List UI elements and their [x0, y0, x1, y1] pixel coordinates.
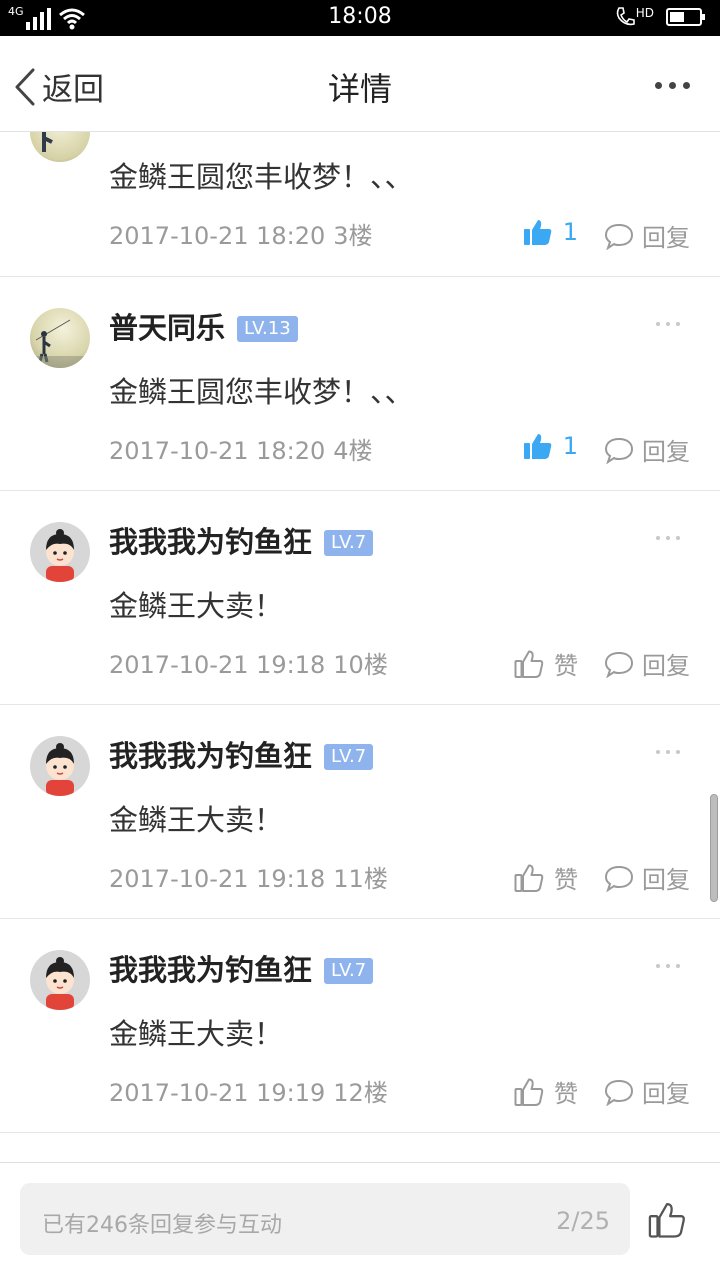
username-text: 普天同乐 [109, 311, 226, 345]
comment-text: 金鳞王大卖！ [109, 1017, 284, 1051]
comment-item: 我我我为钓鱼狂 LV.7 金鳞王大卖！ 2017-10-21 19:18 10楼 赞… [0, 491, 720, 705]
thumbs-up-icon [514, 1078, 544, 1106]
page-title: 详情 [327, 70, 392, 108]
thumbs-up-icon [523, 434, 551, 459]
more-icon[interactable] [655, 82, 690, 89]
level-badge: LV.7 [324, 530, 374, 556]
item-more-icon[interactable] [656, 322, 680, 326]
like-button[interactable]: 赞 [514, 646, 578, 681]
reply-button[interactable]: 回复 [604, 860, 690, 895]
username-text: 我我我为钓鱼狂 [109, 953, 313, 987]
avatar[interactable] [30, 736, 90, 796]
reply-button[interactable]: 回复 [604, 1074, 690, 1109]
comment-item: 金鳞王圆您丰收梦！、、 2017-10-21 18:20 3楼 1 回复 [0, 132, 720, 277]
comment-item: 我我我为钓鱼狂 LV.7 金鳞王大卖！ 2017-10-21 19:19 12楼 赞… [0, 919, 720, 1133]
level-badge: LV.7 [324, 958, 374, 984]
status-right: HD [615, 6, 706, 28]
phone-hd-icon: HD [615, 6, 654, 28]
hd-label: HD [635, 6, 654, 20]
status-time: 18:08 [328, 4, 392, 29]
comment-meta: 2017-10-21 18:20 4楼 [109, 431, 373, 466]
comment-item: 我我我为钓鱼狂 LV.7 金鳞王大卖！ 2017-10-21 19:18 11楼 赞… [0, 705, 720, 919]
username: 我我我为钓鱼狂 LV.7 [109, 519, 374, 561]
reply-button[interactable]: 回复 [604, 646, 690, 681]
comment-text: 金鳞王圆您丰收梦！、、 [109, 160, 414, 194]
avatar[interactable] [30, 950, 90, 1010]
reply-input[interactable]: 已有246条回复参与互动 2/25 [20, 1183, 630, 1255]
comment-meta: 2017-10-21 18:20 3楼 [109, 216, 373, 251]
like-button[interactable]: 赞 [514, 860, 578, 895]
avatar[interactable] [30, 132, 90, 162]
item-more-icon[interactable] [656, 750, 680, 754]
comment-text: 金鳞王大卖！ [109, 803, 284, 837]
like-button[interactable]: 1 [523, 218, 578, 246]
reply-button[interactable]: 回复 [604, 432, 690, 467]
comment-date: 2017-10-21 19:19 [109, 1079, 326, 1107]
reply-input-placeholder: 已有246条回复参与互动 [42, 1213, 282, 1238]
comment-bubble-icon [604, 651, 634, 678]
bottom-bar: 已有246条回复参与互动 2/25 [0, 1162, 720, 1280]
comment-date: 2017-10-21 19:18 [109, 651, 326, 679]
like-button[interactable]: 1 [523, 432, 578, 460]
back-label: 返回 [42, 72, 104, 108]
comment-bubble-icon [604, 1079, 634, 1106]
username: 普天同乐 LV.13 [109, 305, 298, 347]
comment-meta: 2017-10-21 19:19 12楼 [109, 1073, 388, 1108]
comment-meta: 2017-10-21 19:18 10楼 [109, 645, 388, 680]
username-text: 我我我为钓鱼狂 [109, 525, 313, 559]
username: 我我我为钓鱼狂 LV.7 [109, 947, 374, 989]
comment-date: 2017-10-21 18:20 [109, 437, 326, 465]
comment-bubble-icon [604, 437, 634, 464]
thumbs-up-icon [514, 864, 544, 892]
back-chevron-icon [15, 68, 35, 105]
comment-item: 普天同乐 LV.13 金鳞王圆您丰收梦！、、 2017-10-21 18:20 4楼… [0, 277, 720, 491]
reply-label: 回复 [642, 224, 690, 252]
comment-text: 金鳞王圆您丰收梦！、、 [109, 375, 414, 409]
reply-label: 回复 [642, 866, 690, 894]
comment-meta: 2017-10-21 19:18 11楼 [109, 859, 388, 894]
like-button[interactable]: 赞 [514, 1074, 578, 1109]
reply-button[interactable]: 回复 [604, 218, 690, 253]
item-more-icon[interactable] [656, 964, 680, 968]
like-label: 赞 [554, 652, 578, 680]
like-label: 赞 [554, 866, 578, 894]
comment-text: 金鳞王大卖！ [109, 589, 284, 623]
comment-floor: 4楼 [333, 437, 373, 465]
scrollbar[interactable] [710, 794, 718, 902]
like-label: 赞 [554, 1080, 578, 1108]
reply-label: 回复 [642, 652, 690, 680]
like-count: 1 [562, 218, 578, 246]
bottom-like-button[interactable] [648, 1201, 686, 1243]
thumbs-up-icon [648, 1203, 685, 1238]
like-count: 1 [562, 432, 578, 460]
thumbs-up-icon [514, 650, 544, 678]
back-button[interactable]: 返回 [14, 64, 104, 109]
level-badge: LV.13 [237, 316, 298, 342]
battery-icon [666, 8, 705, 26]
comment-bubble-icon [604, 223, 634, 250]
nav-header: 返回 详情 [0, 36, 720, 132]
comment-date: 2017-10-21 18:20 [109, 222, 326, 250]
comment-floor: 12楼 [333, 1079, 388, 1107]
username-text: 我我我为钓鱼狂 [109, 739, 313, 773]
comment-bubble-icon [604, 865, 634, 892]
page-indicator: 2/25 [556, 1207, 610, 1235]
reply-label: 回复 [642, 1080, 690, 1108]
comment-date: 2017-10-21 19:18 [109, 865, 326, 893]
item-more-icon[interactable] [656, 536, 680, 540]
thumbs-up-icon [523, 220, 551, 245]
comment-floor: 10楼 [333, 651, 388, 679]
comment-floor: 11楼 [333, 865, 388, 893]
avatar[interactable] [30, 308, 90, 368]
comment-list: 金鳞王圆您丰收梦！、、 2017-10-21 18:20 3楼 1 回复 普天同… [0, 132, 720, 1162]
username: 我我我为钓鱼狂 LV.7 [109, 733, 374, 775]
avatar[interactable] [30, 522, 90, 582]
reply-label: 回复 [642, 438, 690, 466]
status-bar: 4G 18:08 HD [0, 0, 720, 36]
level-badge: LV.7 [324, 744, 374, 770]
comment-floor: 3楼 [333, 222, 373, 250]
